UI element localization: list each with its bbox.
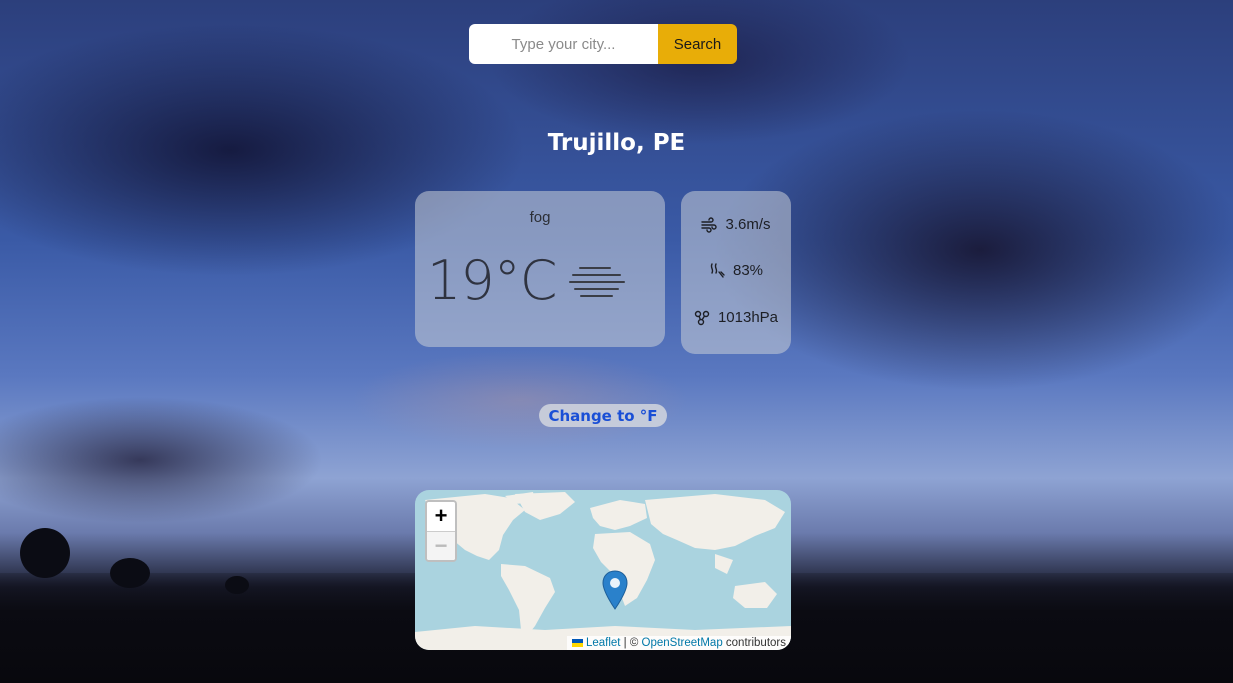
- current-weather-card: fog 19°C: [415, 191, 665, 347]
- weather-stats-card: 3.6m/s 83% 1013hPa: [681, 191, 791, 354]
- location-map[interactable]: + − Leaflet | © OpenStreetMap contributo…: [415, 490, 791, 650]
- weather-description: fog: [529, 209, 551, 226]
- humidity-value: 83%: [732, 262, 764, 279]
- openstreetmap-link[interactable]: OpenStreetMap: [642, 637, 723, 649]
- city-search-input[interactable]: [469, 24, 658, 64]
- unit-toggle-button[interactable]: Change to °F: [539, 404, 667, 427]
- attribution-separator: | ©: [620, 637, 642, 649]
- pressure-stat: 1013hPa: [681, 309, 791, 326]
- map-attribution: Leaflet | © OpenStreetMap contributors: [566, 636, 791, 650]
- ukraine-flag-icon: [571, 639, 583, 647]
- wind-value: 3.6m/s: [725, 216, 771, 233]
- search-bar: Search: [469, 24, 737, 64]
- background-tree: [20, 528, 70, 578]
- leaflet-link[interactable]: Leaflet: [586, 637, 621, 649]
- background-tree: [225, 576, 249, 594]
- map-marker-icon[interactable]: [602, 570, 628, 610]
- map-zoom-control: + −: [425, 500, 457, 562]
- zoom-out-button[interactable]: −: [427, 531, 455, 560]
- city-name: Trujillo, PE: [547, 130, 686, 156]
- pressure-icon: [694, 310, 710, 325]
- humidity-stat: 83%: [681, 262, 791, 279]
- zoom-in-button[interactable]: +: [427, 502, 455, 531]
- search-button[interactable]: Search: [658, 24, 737, 64]
- background-tree: [110, 558, 150, 588]
- temperature-value: 19°C: [427, 249, 557, 312]
- wind-stat: 3.6m/s: [681, 216, 791, 233]
- attribution-suffix: contributors: [722, 637, 786, 649]
- humidity-icon: [710, 262, 725, 278]
- fog-icon: [569, 267, 625, 297]
- wind-icon: [701, 216, 718, 233]
- pressure-value: 1013hPa: [717, 309, 779, 326]
